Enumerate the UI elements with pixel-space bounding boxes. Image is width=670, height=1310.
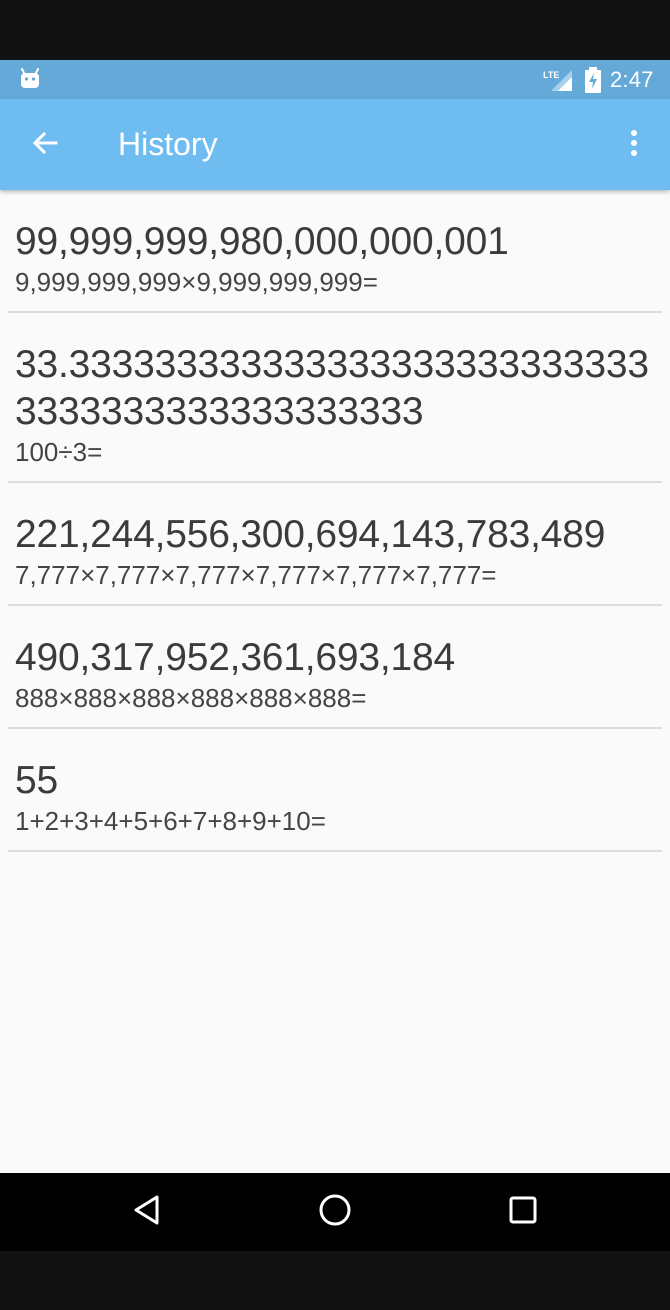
history-item[interactable]: 55 1+2+3+4+5+6+7+8+9+10= (8, 729, 662, 852)
lte-signal-icon: LTE (542, 68, 574, 92)
home-circle-icon (318, 1193, 352, 1232)
bottom-bezel (0, 1251, 670, 1310)
history-expression: 9,999,999,999×9,999,999,999= (15, 267, 378, 297)
page-title: History (118, 126, 218, 162)
status-clock: 2:47 (610, 67, 654, 92)
arrow-back-icon (30, 128, 60, 163)
navigation-bar (0, 1173, 670, 1251)
back-button[interactable] (22, 122, 68, 168)
nav-back-button[interactable] (122, 1187, 172, 1237)
battery-charging-icon (584, 67, 602, 93)
history-result: 490,317,952,361,693,184 (15, 636, 455, 679)
history-expression: 7,777×7,777×7,777×7,777×7,777×7,777= (15, 560, 497, 590)
history-expression: 100÷3= (15, 437, 103, 467)
history-item[interactable]: 99,999,999,980,000,000,001 9,999,999,999… (8, 190, 662, 313)
history-expression: 1+2+3+4+5+6+7+8+9+10= (15, 806, 326, 836)
overflow-menu-button[interactable] (612, 122, 656, 168)
history-list: 99,999,999,980,000,000,001 9,999,999,999… (0, 190, 670, 852)
history-result: 99,999,999,980,000,000,001 (15, 220, 509, 263)
back-triangle-icon (132, 1194, 162, 1231)
history-content: 99,999,999,980,000,000,001 9,999,999,999… (0, 190, 670, 1173)
history-result: 55 (15, 759, 58, 802)
history-expression: 888×888×888×888×888×888= (15, 683, 367, 713)
phone-screen: LTE 2:47 History 99,999,999,980,000,000,… (0, 0, 670, 1310)
app-bar: History (0, 99, 670, 190)
history-result: 221,244,556,300,694,143,783,489 (15, 513, 606, 556)
more-vert-icon (629, 128, 639, 163)
history-item[interactable]: 33.3333333333333333333333333333333333333… (8, 313, 662, 483)
history-item[interactable]: 490,317,952,361,693,184 888×888×888×888×… (8, 606, 662, 729)
android-notification-icon (20, 68, 40, 90)
history-result: 33.3333333333333333333333333333333333333… (15, 343, 649, 433)
nav-recents-button[interactable] (498, 1187, 548, 1237)
top-bezel (0, 0, 670, 60)
status-bar: LTE 2:47 (0, 60, 670, 99)
recents-square-icon (508, 1195, 538, 1230)
svg-text:LTE: LTE (543, 70, 559, 80)
history-item[interactable]: 221,244,556,300,694,143,783,489 7,777×7,… (8, 483, 662, 606)
nav-home-button[interactable] (310, 1187, 360, 1237)
